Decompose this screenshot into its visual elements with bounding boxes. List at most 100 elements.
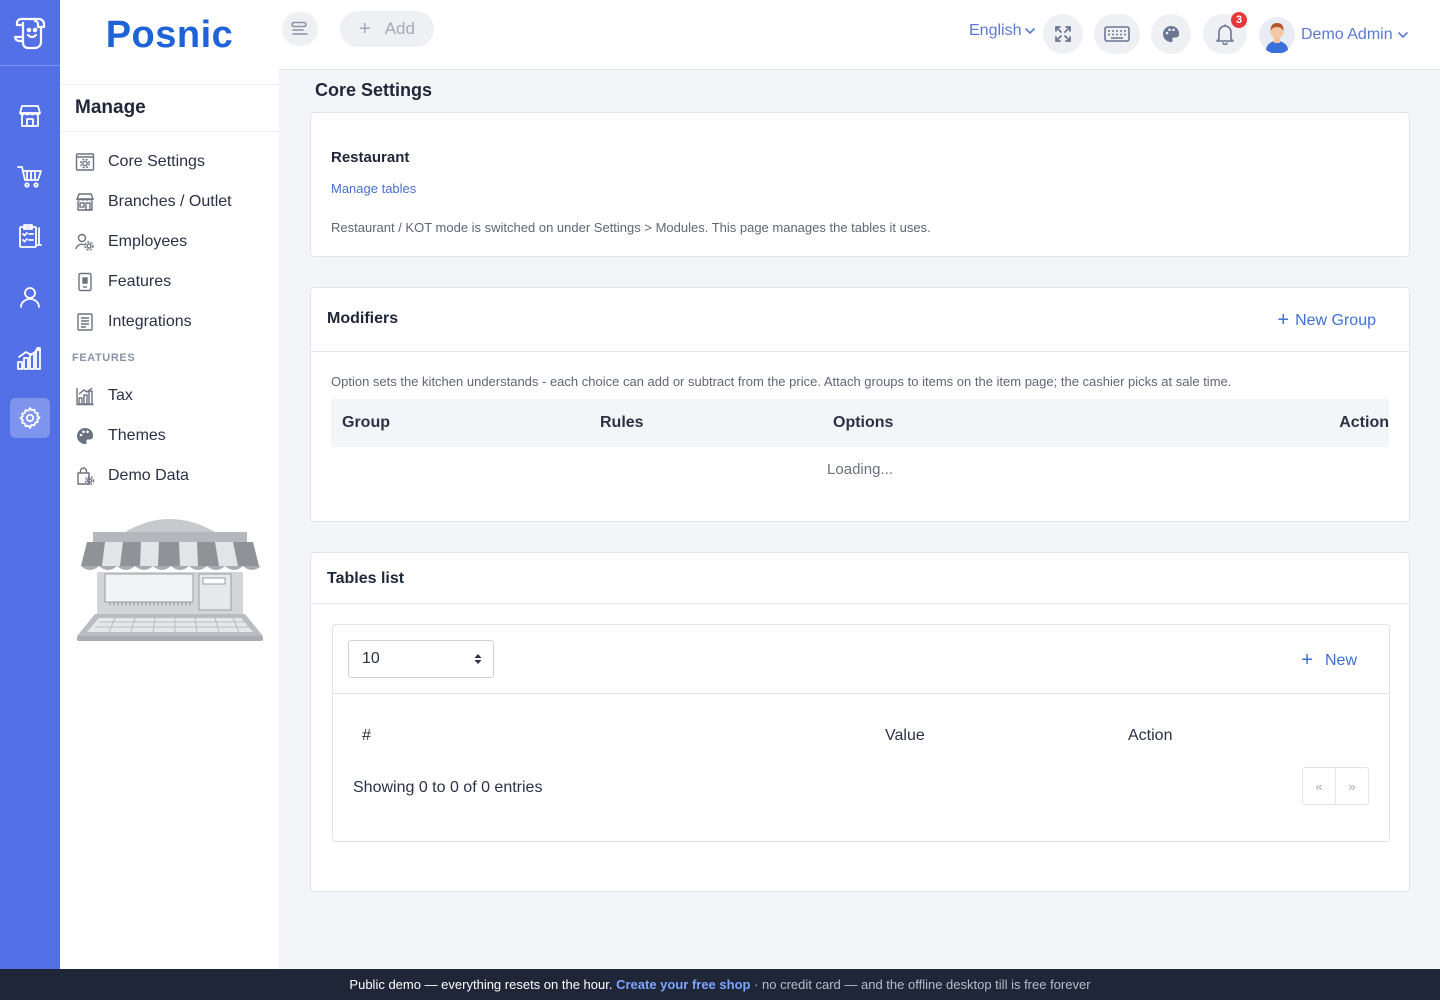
user-menu[interactable]: Demo Admin [1259,17,1409,53]
add-button[interactable]: + Add [340,11,434,47]
keyboard-icon [1104,26,1130,42]
entries-info: Showing 0 to 0 of 0 entries [353,779,543,796]
tables-list-card: Tables list 10 + New # Value Action Show… [310,552,1410,892]
sidebar-item-features[interactable]: Features [75,267,275,297]
integrations-icon [75,312,95,332]
chevron-down-icon [1025,27,1036,35]
sidebar-section-features: FEATURES [72,352,136,364]
theme-button[interactable] [1151,14,1191,54]
column-header-options: Options [833,414,894,431]
rail-store-button[interactable] [10,96,50,136]
analytics-icon [17,347,41,370]
pagination-next-button[interactable]: » [1336,768,1368,804]
sidebar-item-label: Tax [108,387,133,404]
modifiers-card: Modifiers + New Group Option sets the ki… [310,287,1410,522]
plus-icon: + [1301,649,1313,671]
column-header-action: Action [1339,414,1389,431]
pagination: « » [1302,767,1369,805]
sidebar-item-employees[interactable]: Employees [75,227,275,257]
tables-datatable: 10 + New # Value Action Showing 0 to 0 o… [332,624,1390,842]
notification-badge: 3 [1231,12,1247,28]
plus-icon: + [359,17,371,40]
loading-indicator: Loading... [827,461,893,478]
sidebar-item-demo-data[interactable]: Demo Data [75,461,275,491]
tax-icon [75,386,95,406]
keyboard-button[interactable] [1094,14,1140,54]
sidebar-item-label: Employees [108,233,188,250]
add-button-label: Add [384,19,415,38]
restaurant-title: Restaurant [331,149,410,166]
plus-icon: + [1277,309,1290,331]
modifiers-description: Option sets the kitchen understands - ea… [331,374,1232,389]
rail-settings-button[interactable] [10,398,50,438]
sidebar-item-label: Demo Data [108,467,189,484]
sidebar-item-tax[interactable]: Tax [75,381,275,411]
top-bar: + Add English 3 Demo Admin [279,0,1440,70]
rail-user-button[interactable] [10,277,50,317]
sidebar-item-label: Themes [108,427,166,444]
banner-text: Public demo — everything resets on the h… [349,977,617,992]
sidebar-item-integrations[interactable]: Integrations [75,307,275,337]
employees-icon [75,232,95,252]
new-group-label: New Group [1295,311,1376,329]
branch-icon [75,192,95,212]
store-icon [19,105,41,127]
notifications-button[interactable]: 3 [1203,12,1247,54]
menu-lines-icon [291,21,308,35]
rail-divider [0,65,60,66]
modifiers-table-header: Group Rules Options Action [331,399,1389,447]
page-size-value: 10 [362,650,380,667]
demo-banner: Public demo — everything resets on the h… [0,969,1440,1000]
settings-sidebar: Posnic Manage Core Settings Branches / O… [60,0,279,969]
sidebar-item-label: Integrations [108,313,192,330]
user-name: Demo Admin [1301,26,1393,43]
restaurant-description: Restaurant / KOT mode is switched on und… [331,220,931,235]
rail-clipboard-button[interactable] [10,216,50,256]
pagination-prev-button[interactable]: « [1303,768,1336,804]
column-header-number[interactable]: # [362,727,371,745]
cart-icon [17,166,42,188]
datatable-toolbar: 10 + New [333,625,1389,694]
page-title: Core Settings [315,80,433,100]
column-header-value[interactable]: Value [885,727,925,745]
new-group-button[interactable]: + New Group [1277,309,1376,332]
chevron-down-icon [1397,31,1408,39]
fullscreen-icon [1055,26,1071,42]
column-header-group: Group [342,414,390,431]
bell-icon [1216,24,1234,45]
new-table-button[interactable]: + New [1301,649,1357,672]
features-icon [75,272,95,292]
restaurant-card: Restaurant Manage tables Restaurant / KO… [310,112,1410,257]
user-icon [20,287,40,308]
sidebar-item-branches[interactable]: Branches / Outlet [75,187,275,217]
sidebar-item-core-settings[interactable]: Core Settings [75,147,275,177]
rail-analytics-button[interactable] [10,338,50,378]
avatar [1259,17,1295,53]
rail-cart-button[interactable] [10,156,50,196]
language-selector[interactable]: English [969,22,1036,40]
banner-rest-text: · no credit card — and the offline deskt… [750,977,1091,992]
sidebar-heading: Manage [60,84,279,132]
sidebar-item-themes[interactable]: Themes [75,421,275,451]
sidebar-item-label: Core Settings [108,153,205,170]
new-table-label: New [1324,651,1357,669]
app-logo-icon[interactable] [10,12,50,52]
fullscreen-button[interactable] [1043,14,1083,54]
modifiers-title: Modifiers [327,310,399,327]
select-arrows-icon [474,654,482,664]
modifiers-header: Modifiers + New Group [311,288,1409,352]
manage-tables-link[interactable]: Manage tables [331,181,416,196]
icon-rail [0,0,60,969]
sidebar-item-label: Branches / Outlet [108,193,232,210]
palette-icon [75,426,95,446]
language-label: English [969,22,1022,39]
clipboard-icon [19,224,42,248]
palette-icon [1163,25,1180,42]
brand-logo[interactable]: Posnic [60,14,279,57]
column-header-action[interactable]: Action [1128,727,1172,745]
sidebar-item-label: Features [108,273,172,290]
create-shop-link[interactable]: Create your free shop [616,977,750,992]
column-header-rules: Rules [600,414,644,431]
page-size-select[interactable]: 10 [348,640,494,678]
sidebar-toggle-button[interactable] [282,12,318,46]
